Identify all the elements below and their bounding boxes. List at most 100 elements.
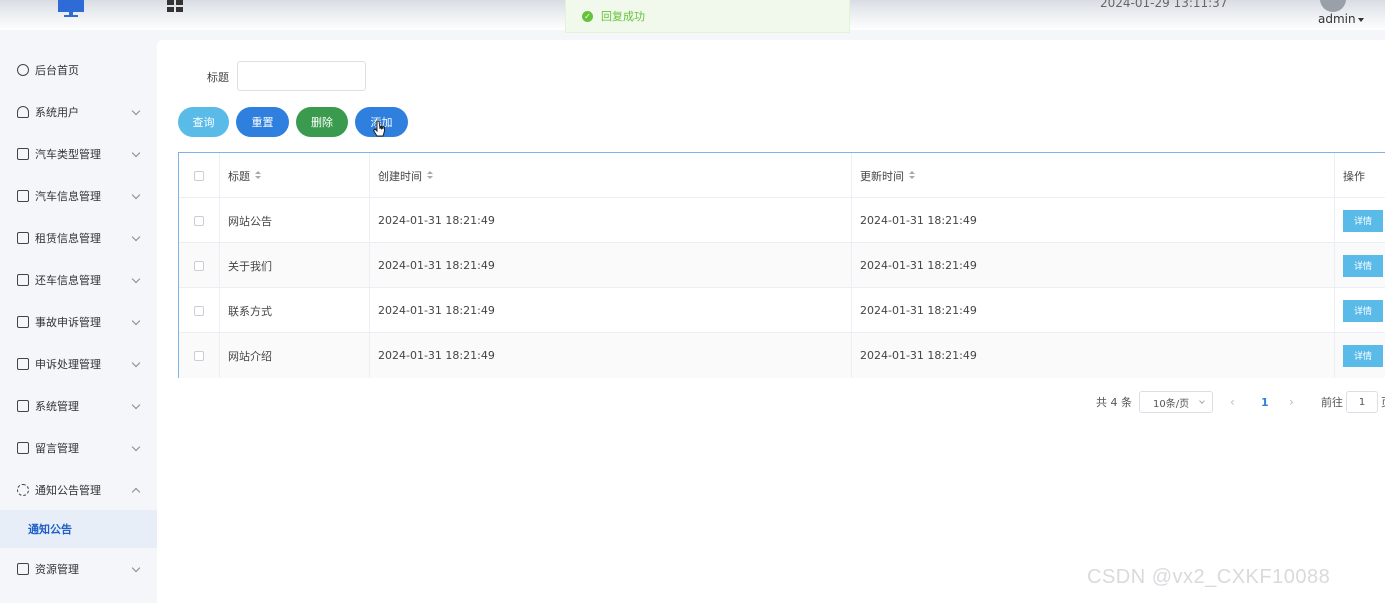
sidebar-item-rentals[interactable]: 租赁信息管理 <box>0 217 157 259</box>
header-created-label: 创建时间 <box>378 169 422 183</box>
chevron-down-icon <box>131 563 141 573</box>
sidebar: 后台首页 系统用户 汽车类型管理 汽车信息管理 租赁信息管理 还车信息管理 事故… <box>0 30 157 603</box>
card-icon <box>17 316 29 328</box>
sidebar-item-notices[interactable]: 通知公告管理 <box>0 469 157 511</box>
card-icon <box>17 232 29 244</box>
page-size-select[interactable]: 10条/页 <box>1139 391 1213 413</box>
row-checkbox[interactable] <box>194 215 204 226</box>
table-row: 网站介绍 2024-01-31 18:21:49 2024-01-31 18:2… <box>179 333 1385 378</box>
header-updated-label: 更新时间 <box>860 169 904 183</box>
header-created[interactable]: 创建时间 <box>370 153 852 198</box>
detail-button[interactable]: 详情 <box>1343 209 1383 232</box>
header-op: 操作 <box>1343 169 1365 183</box>
loading-icon <box>17 484 29 496</box>
hand-cursor-icon <box>372 120 385 137</box>
user-icon <box>17 106 29 118</box>
detail-button[interactable]: 详情 <box>1343 299 1383 322</box>
sidebar-subitem-notices[interactable]: 通知公告 <box>0 510 157 548</box>
header-updated[interactable]: 更新时间 <box>852 153 1335 198</box>
sidebar-item-label: 汽车信息管理 <box>35 190 101 203</box>
next-page-icon[interactable]: › <box>1289 391 1294 413</box>
detail-button[interactable]: 详情 <box>1343 254 1383 277</box>
sidebar-item-messages[interactable]: 留言管理 <box>0 427 157 469</box>
row-checkbox[interactable] <box>194 350 204 361</box>
avatar[interactable] <box>1320 0 1346 12</box>
goto-page-input[interactable]: 1 <box>1346 391 1378 413</box>
sidebar-item-accident-appeals[interactable]: 事故申诉管理 <box>0 301 157 343</box>
watermark: CSDN @vx2_CXKF10088 <box>1087 566 1331 588</box>
header-title[interactable]: 标题 <box>220 153 370 198</box>
cell-created: 2024-01-31 18:21:49 <box>370 243 852 288</box>
row-check-cell <box>179 288 220 333</box>
card-icon <box>17 358 29 370</box>
detail-button[interactable]: 详情 <box>1343 344 1383 367</box>
folder-check-icon <box>17 442 29 454</box>
row-check-cell <box>179 243 220 288</box>
select-all-checkbox[interactable] <box>194 170 204 181</box>
sidebar-item-label: 系统管理 <box>35 400 79 413</box>
chevron-down-icon <box>1357 17 1364 22</box>
delete-button[interactable]: 删除 <box>296 107 348 137</box>
chevron-up-icon <box>131 487 141 497</box>
title-search-input[interactable] <box>237 61 366 91</box>
chevron-down-icon <box>131 316 141 326</box>
header-title-label: 标题 <box>228 169 250 183</box>
query-button[interactable]: 查询 <box>178 107 229 137</box>
sidebar-item-label: 申诉处理管理 <box>35 358 101 371</box>
sidebar-item-resources[interactable]: 资源管理 <box>0 548 157 590</box>
user-menu[interactable]: admin <box>1318 12 1364 26</box>
reset-button[interactable]: 重置 <box>236 107 289 137</box>
cell-updated: 2024-01-31 18:21:49 <box>852 333 1335 378</box>
sort-icon[interactable] <box>255 171 261 180</box>
search-label: 标题 <box>207 71 229 84</box>
chevron-down-icon <box>1199 398 1205 404</box>
cell-created: 2024-01-31 18:21:49 <box>370 198 852 243</box>
sort-icon[interactable] <box>909 171 915 180</box>
row-checkbox[interactable] <box>194 305 204 316</box>
toast-message: 回复成功 <box>601 10 645 23</box>
sidebar-item-appeal-handling[interactable]: 申诉处理管理 <box>0 343 157 385</box>
sidebar-item-system[interactable]: 系统管理 <box>0 385 157 427</box>
cell-updated: 2024-01-31 18:21:49 <box>852 198 1335 243</box>
sidebar-item-label: 租赁信息管理 <box>35 232 101 245</box>
cell-created: 2024-01-31 18:21:49 <box>370 288 852 333</box>
cell-updated: 2024-01-31 18:21:49 <box>852 243 1335 288</box>
chevron-down-icon <box>131 190 141 200</box>
table-row: 关于我们 2024-01-31 18:21:49 2024-01-31 18:2… <box>179 243 1385 288</box>
folder-check-icon <box>17 400 29 412</box>
sidebar-item-label: 后台首页 <box>35 64 79 77</box>
notices-table: 标题 创建时间 更新时间 操作 网站公告 2024-01-31 18:21:49… <box>178 152 1385 378</box>
home-clock-icon <box>17 64 29 76</box>
select-all-cell <box>179 153 220 198</box>
goto-suffix: 页 <box>1381 391 1385 413</box>
row-checkbox[interactable] <box>194 260 204 271</box>
grid-icon[interactable] <box>167 0 183 12</box>
monitor-icon[interactable] <box>58 0 84 18</box>
sidebar-item-returns[interactable]: 还车信息管理 <box>0 259 157 301</box>
card-icon <box>17 190 29 202</box>
chevron-down-icon <box>131 148 141 158</box>
sidebar-item-label: 通知公告管理 <box>35 484 101 497</box>
user-name: admin <box>1318 12 1356 26</box>
table-row: 网站公告 2024-01-31 18:21:49 2024-01-31 18:2… <box>179 198 1385 243</box>
row-check-cell <box>179 198 220 243</box>
success-toast: ✓ 回复成功 <box>565 0 850 33</box>
sidebar-item-label: 事故申诉管理 <box>35 316 101 329</box>
printer-icon <box>17 563 29 575</box>
sort-icon[interactable] <box>427 171 433 180</box>
cell-title: 网站介绍 <box>220 333 370 378</box>
sidebar-item-dashboard[interactable]: 后台首页 <box>0 49 157 91</box>
card-icon <box>17 148 29 160</box>
sidebar-item-car-types[interactable]: 汽车类型管理 <box>0 133 157 175</box>
main-panel: 标题 查询 重置 删除 添加 标题 创建时间 更新时间 操作 网站公告 2024… <box>157 40 1385 603</box>
chevron-down-icon <box>131 358 141 368</box>
chevron-down-icon <box>131 274 141 284</box>
sidebar-item-label: 系统用户 <box>35 106 79 119</box>
check-circle-icon: ✓ <box>582 10 593 22</box>
chevron-down-icon <box>131 442 141 452</box>
sidebar-item-users[interactable]: 系统用户 <box>0 91 157 133</box>
page-number-current[interactable]: 1 <box>1261 391 1269 413</box>
chevron-down-icon <box>131 232 141 242</box>
prev-page-icon[interactable]: ‹ <box>1230 391 1235 413</box>
sidebar-item-car-info[interactable]: 汽车信息管理 <box>0 175 157 217</box>
